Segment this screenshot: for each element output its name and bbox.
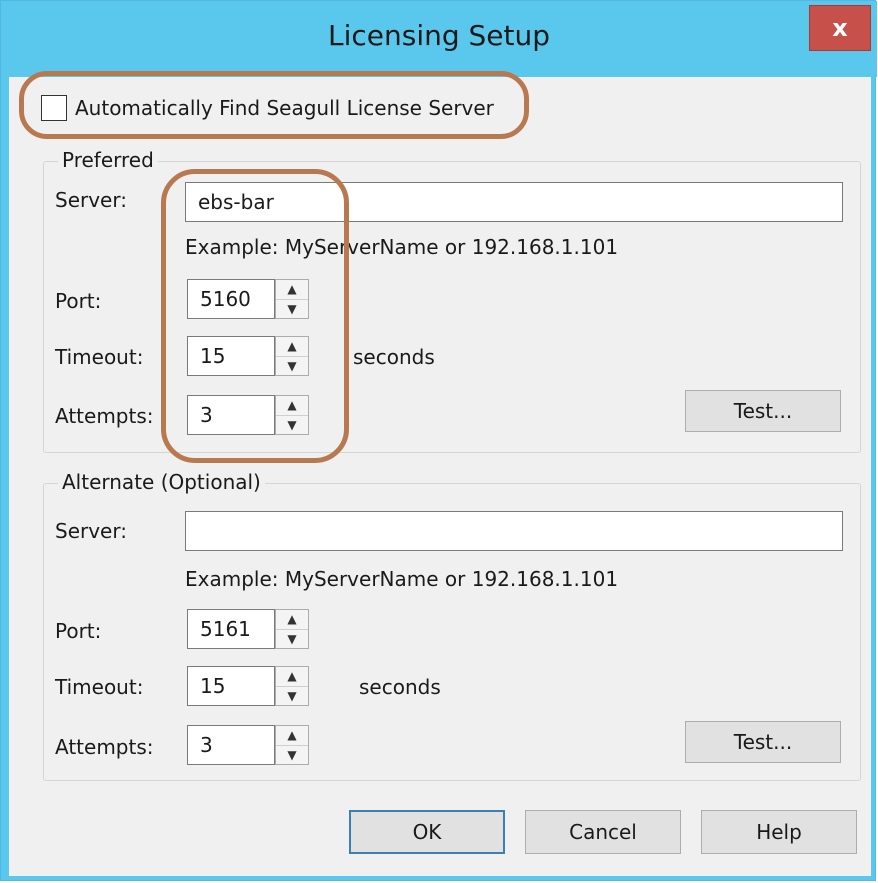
preferred-timeout-input[interactable]: 15 bbox=[187, 336, 275, 376]
spin-up-icon[interactable]: ▲ bbox=[276, 667, 308, 687]
spin-down-icon[interactable]: ▼ bbox=[276, 687, 308, 706]
alternate-server-example: Example: MyServerName or 192.168.1.101 bbox=[185, 567, 619, 591]
alternate-group-title: Alternate (Optional) bbox=[58, 470, 265, 494]
spin-down-icon[interactable]: ▼ bbox=[276, 357, 308, 376]
ok-button[interactable]: OK bbox=[349, 810, 505, 854]
alternate-attempts-spinner[interactable]: ▲ ▼ bbox=[275, 725, 309, 765]
alternate-attempts-label: Attempts: bbox=[55, 735, 154, 759]
spin-down-icon[interactable]: ▼ bbox=[276, 416, 308, 435]
alternate-timeout-unit: seconds bbox=[359, 675, 441, 699]
spin-up-icon[interactable]: ▲ bbox=[276, 337, 308, 357]
preferred-timeout-value: 15 bbox=[200, 344, 226, 368]
spin-down-icon[interactable]: ▼ bbox=[276, 300, 308, 319]
preferred-port-spinner[interactable]: ▲ ▼ bbox=[275, 279, 309, 319]
alternate-port-label: Port: bbox=[55, 619, 102, 643]
cancel-button[interactable]: Cancel bbox=[525, 810, 681, 854]
window-title: Licensing Setup bbox=[327, 19, 551, 52]
alternate-server-input[interactable] bbox=[185, 511, 843, 551]
close-icon: x bbox=[832, 14, 848, 42]
auto-find-label: Automatically Find Seagull License Serve… bbox=[75, 96, 494, 120]
preferred-port-label: Port: bbox=[55, 289, 102, 313]
title-bar[interactable]: Licensing Setup x bbox=[1, 1, 877, 77]
dialog-body: Automatically Find Seagull License Serve… bbox=[9, 71, 871, 876]
spin-up-icon[interactable]: ▲ bbox=[276, 280, 308, 300]
preferred-group-title: Preferred bbox=[58, 148, 158, 172]
alternate-attempts-value: 3 bbox=[200, 733, 213, 757]
licensing-setup-dialog: Licensing Setup x Automatically Find Sea… bbox=[0, 0, 877, 881]
preferred-test-button[interactable]: Test... bbox=[685, 390, 841, 432]
alternate-timeout-spinner[interactable]: ▲ ▼ bbox=[275, 666, 309, 706]
alternate-server-label: Server: bbox=[55, 519, 127, 543]
spin-up-icon[interactable]: ▲ bbox=[276, 396, 308, 416]
alternate-port-spinner[interactable]: ▲ ▼ bbox=[275, 609, 309, 649]
preferred-port-value: 5160 bbox=[200, 287, 251, 311]
alternate-test-button[interactable]: Test... bbox=[685, 721, 841, 763]
preferred-timeout-unit: seconds bbox=[353, 345, 435, 369]
spin-down-icon[interactable]: ▼ bbox=[276, 630, 308, 649]
alternate-port-input[interactable]: 5161 bbox=[187, 609, 275, 649]
preferred-timeout-label: Timeout: bbox=[55, 345, 144, 369]
preferred-attempts-spinner[interactable]: ▲ ▼ bbox=[275, 395, 309, 435]
preferred-timeout-spinner[interactable]: ▲ ▼ bbox=[275, 336, 309, 376]
preferred-server-label: Server: bbox=[55, 188, 127, 212]
auto-find-checkbox[interactable] bbox=[41, 95, 67, 121]
preferred-attempts-input[interactable]: 3 bbox=[187, 395, 275, 435]
spin-down-icon[interactable]: ▼ bbox=[276, 746, 308, 765]
spin-up-icon[interactable]: ▲ bbox=[276, 726, 308, 746]
preferred-server-example: Example: MyServerName or 192.168.1.101 bbox=[185, 235, 619, 259]
preferred-server-input[interactable]: ebs-bar bbox=[185, 182, 843, 222]
alternate-timeout-label: Timeout: bbox=[55, 675, 144, 699]
preferred-port-input[interactable]: 5160 bbox=[187, 279, 275, 319]
auto-find-row[interactable]: Automatically Find Seagull License Serve… bbox=[41, 95, 494, 121]
preferred-server-value: ebs-bar bbox=[198, 190, 274, 214]
alternate-timeout-value: 15 bbox=[200, 674, 226, 698]
alternate-port-value: 5161 bbox=[200, 617, 251, 641]
alternate-timeout-input[interactable]: 15 bbox=[187, 666, 275, 706]
alternate-attempts-input[interactable]: 3 bbox=[187, 725, 275, 765]
close-button[interactable]: x bbox=[809, 5, 871, 51]
help-button[interactable]: Help bbox=[701, 810, 857, 854]
spin-up-icon[interactable]: ▲ bbox=[276, 610, 308, 630]
preferred-attempts-label: Attempts: bbox=[55, 404, 154, 428]
preferred-attempts-value: 3 bbox=[200, 403, 213, 427]
